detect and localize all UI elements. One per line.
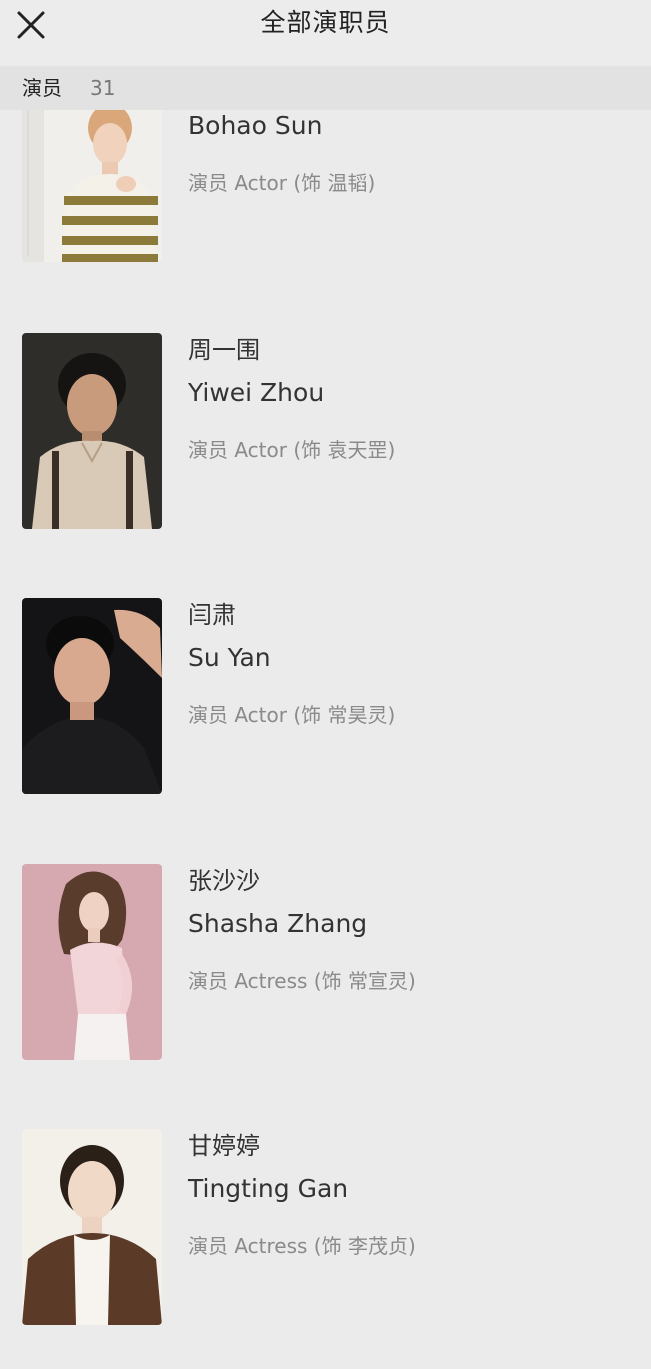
cast-role: 演员 Actor (饰 常昊灵) [188, 703, 396, 727]
cast-list: Bohao Sun 演员 Actor (饰 温韬) 周一围 Yiwei Zhou… [0, 110, 651, 1369]
cast-zh-name: 周一围 [188, 336, 260, 364]
cast-item[interactable]: 闫肃 Su Yan 演员 Actor (饰 常昊灵) [0, 598, 651, 794]
cast-photo [22, 598, 162, 794]
cast-photo [22, 1129, 162, 1325]
cast-en-name: Su Yan [188, 643, 271, 672]
cast-role: 演员 Actress (饰 常宣灵) [188, 969, 416, 993]
section-label: 演员 [22, 76, 62, 100]
cast-item[interactable]: 周一围 Yiwei Zhou 演员 Actor (饰 袁天罡) [0, 333, 651, 529]
cast-en-name: Shasha Zhang [188, 909, 368, 938]
cast-role: 演员 Actor (饰 袁天罡) [188, 438, 396, 462]
page-title: 全部演职员 [260, 8, 391, 37]
cast-zh-name: 张沙沙 [188, 867, 260, 895]
cast-photo [22, 333, 162, 529]
cast-en-name: Bohao Sun [188, 111, 323, 140]
cast-item[interactable]: 甘婷婷 Tingting Gan 演员 Actress (饰 李茂贞) [0, 1129, 651, 1325]
cast-zh-name: 闫肃 [188, 601, 236, 629]
cast-en-name: Tingting Gan [188, 1174, 349, 1203]
cast-role: 演员 Actor (饰 温韬) [188, 171, 376, 195]
cast-zh-name: 甘婷婷 [188, 1132, 260, 1160]
section-header: 演员 31 [0, 66, 651, 110]
cast-photo [22, 864, 162, 1060]
cast-photo [22, 110, 162, 262]
cast-item[interactable]: 张沙沙 Shasha Zhang 演员 Actress (饰 常宣灵) [0, 864, 651, 1060]
cast-role: 演员 Actress (饰 李茂贞) [188, 1234, 416, 1258]
section-count: 31 [90, 76, 116, 100]
cast-en-name: Yiwei Zhou [188, 378, 325, 407]
top-bar: 全部演职员 [0, 0, 651, 64]
cast-item[interactable]: Bohao Sun 演员 Actor (饰 温韬) [0, 110, 651, 262]
